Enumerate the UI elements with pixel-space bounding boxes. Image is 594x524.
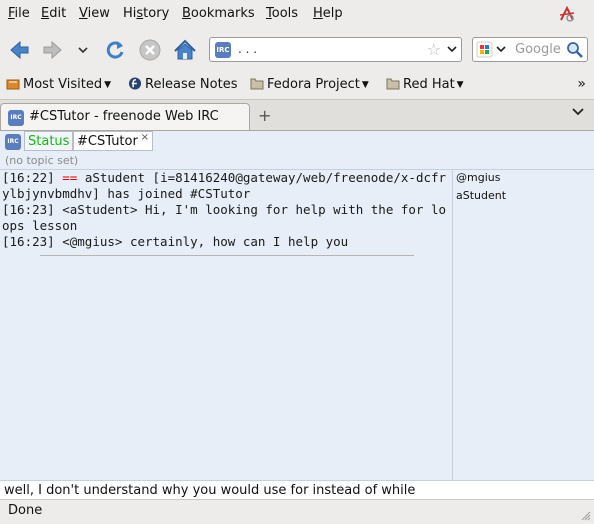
new-tab-button[interactable]: + xyxy=(258,106,271,125)
bookmark-star-icon[interactable]: ☆ xyxy=(427,40,441,59)
bookmarks-folder-icon xyxy=(6,79,20,90)
nick-item[interactable]: @mgius xyxy=(456,171,500,184)
search-bar[interactable]: Google xyxy=(472,37,588,62)
menu-help[interactable]: Help xyxy=(313,6,343,21)
tab-strip: IRC #CSTutor - freenode Web IRC xyxy=(0,100,594,131)
chevron-down-icon: ▼ xyxy=(104,80,112,90)
throbber-icon xyxy=(559,5,575,22)
bookmarks-overflow-button[interactable]: » xyxy=(577,76,586,92)
close-tab-icon[interactable]: × xyxy=(141,128,149,147)
search-icon[interactable] xyxy=(566,41,584,59)
status-bar: Done xyxy=(0,499,594,524)
chevron-down-icon: ▼ xyxy=(456,80,464,90)
bookmarks-toolbar: Most Visited ▼ Release Notes Fedora Proje… xyxy=(0,71,594,100)
fedora-icon xyxy=(128,77,142,90)
bookmark-fedora-project[interactable]: Fedora Project ▼ xyxy=(250,77,369,92)
log-line: [16:22] == aStudent [i=81416240@gateway/… xyxy=(2,170,447,201)
search-input[interactable]: Google xyxy=(515,42,561,57)
resize-grip-icon[interactable] xyxy=(581,511,591,521)
menu-tools[interactable]: Tools xyxy=(266,6,298,21)
tab-title: #CSTutor - freenode Web IRC xyxy=(29,109,219,124)
message-input-bar xyxy=(0,480,594,500)
back-icon[interactable] xyxy=(6,37,32,63)
nick-item[interactable]: aStudent xyxy=(456,189,506,202)
nick-list: @mgius aStudent xyxy=(453,169,594,480)
bookmark-most-visited[interactable]: Most Visited ▼ xyxy=(6,77,111,92)
site-identity-icon[interactable]: IRC xyxy=(215,42,231,58)
menubar: File Edit View History Bookmarks Tools H… xyxy=(0,0,594,29)
url-dropdown-icon[interactable] xyxy=(447,45,457,53)
folder-icon xyxy=(250,78,264,90)
address-bar[interactable]: IRC . . . ☆ xyxy=(209,37,462,62)
irc-window-tabs: IRC Status #CSTutor × xyxy=(0,131,594,153)
history-dropdown-icon[interactable] xyxy=(74,37,92,63)
last-read-divider xyxy=(40,255,414,256)
menu-file[interactable]: File xyxy=(8,6,30,21)
stop-icon[interactable] xyxy=(137,37,163,63)
menu-history[interactable]: History xyxy=(123,6,169,21)
message-input[interactable] xyxy=(0,481,594,499)
status-text: Done xyxy=(8,503,43,518)
address-input[interactable]: . . . xyxy=(238,42,257,56)
message-log: [16:22] == aStudent [i=81416240@gateway/… xyxy=(0,169,453,480)
folder-icon xyxy=(386,78,400,90)
menu-bookmarks[interactable]: Bookmarks xyxy=(182,6,255,21)
bookmark-release-notes[interactable]: Release Notes xyxy=(128,77,237,92)
forward-icon[interactable] xyxy=(40,37,66,63)
menu-edit[interactable]: Edit xyxy=(41,6,66,21)
irc-client: IRC Status #CSTutor × (no topic set) [16… xyxy=(0,131,594,500)
irc-logo-icon: IRC xyxy=(5,134,21,150)
google-engine-icon[interactable] xyxy=(476,41,508,58)
irc-favicon-icon: IRC xyxy=(8,110,24,126)
chevron-down-icon: ▼ xyxy=(361,80,369,90)
bookmark-red-hat[interactable]: Red Hat ▼ xyxy=(386,77,464,92)
reload-icon[interactable] xyxy=(102,37,128,63)
tab-list-icon[interactable] xyxy=(572,107,584,117)
tab-cstutor[interactable]: IRC #CSTutor - freenode Web IRC xyxy=(0,103,250,130)
log-line: [16:23] <@mgius> certainly, how can I he… xyxy=(2,234,349,249)
menu-view[interactable]: View xyxy=(79,6,110,21)
home-icon[interactable] xyxy=(172,37,198,63)
irc-tab-status[interactable]: Status xyxy=(24,131,74,151)
irc-tab-channel[interactable]: #CSTutor × xyxy=(73,131,153,151)
log-line: [16:23] <aStudent> Hi, I'm looking for h… xyxy=(2,202,447,233)
channel-topic: (no topic set) xyxy=(5,154,79,167)
